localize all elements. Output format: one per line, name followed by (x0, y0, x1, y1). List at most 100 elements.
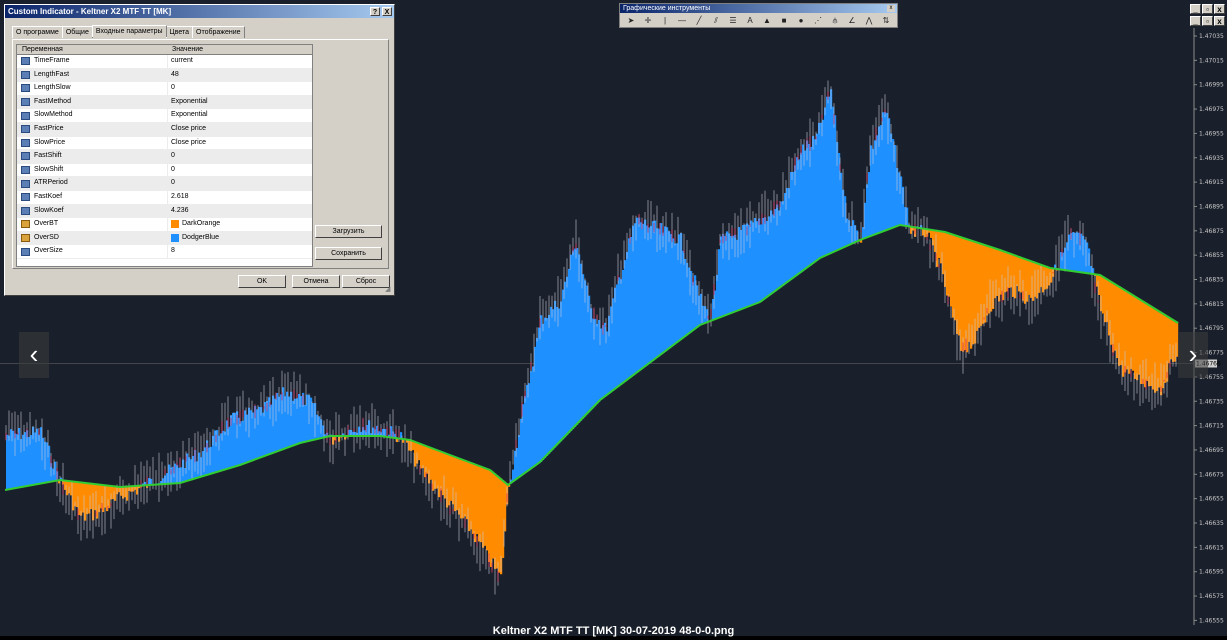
reset-button[interactable]: Сброс (342, 275, 390, 288)
close-icon[interactable]: x (887, 5, 895, 12)
close-icon[interactable]: X (382, 7, 392, 16)
param-value-cell[interactable]: 0 (167, 150, 312, 163)
table-row[interactable]: OverBTDarkOrange (17, 218, 312, 232)
next-image-button[interactable]: › (1178, 332, 1208, 378)
pitchfork-icon[interactable]: ⫛ (828, 14, 842, 27)
indicator-fill-bar (450, 455, 452, 501)
param-value-cell[interactable]: current (167, 55, 312, 68)
param-value-cell[interactable]: Exponential (167, 96, 312, 109)
ellipse-icon[interactable]: ● (794, 14, 808, 27)
indicator-fill-bar (668, 231, 670, 349)
indicator-fill-bar (478, 466, 480, 542)
price-label: 1.46955 (1199, 130, 1224, 137)
trendline-icon[interactable]: ╱ (692, 14, 706, 27)
param-value: 0 (171, 164, 175, 177)
param-value-cell[interactable]: Close price (167, 137, 312, 150)
table-row[interactable]: SlowKoef 4.236 (17, 205, 312, 219)
tab-common[interactable]: Общие (62, 26, 93, 38)
param-value-cell[interactable]: 48 (167, 69, 312, 82)
help-icon[interactable]: ? (370, 7, 380, 16)
tab-about[interactable]: О программе (12, 26, 63, 38)
param-value-cell[interactable]: 4.236 (167, 205, 312, 218)
gann-icon[interactable]: ∠ (845, 14, 859, 27)
indicator-fill-bar (566, 277, 568, 435)
rectangle-icon[interactable]: ■ (777, 14, 791, 27)
param-value-cell[interactable]: Close price (167, 123, 312, 136)
table-row[interactable]: OverSDDodgerBlue (17, 232, 312, 246)
table-row[interactable]: ATRPeriod0 (17, 177, 312, 191)
table-row[interactable]: FastKoef2.618 (17, 191, 312, 205)
ok-button[interactable]: OK (238, 275, 286, 288)
param-value: 48 (171, 69, 179, 82)
close-icon[interactable]: x (1214, 16, 1225, 26)
param-name-cell: FastPrice (17, 123, 167, 136)
table-row[interactable]: SlowPriceClose price (17, 137, 312, 151)
param-value-cell[interactable]: 0 (167, 177, 312, 190)
restore-icon[interactable]: ▫ (1202, 16, 1213, 26)
indicator-fill-bar (954, 235, 956, 320)
param-name: SlowKoef (34, 205, 64, 218)
param-value-cell[interactable]: 2.618 (167, 191, 312, 204)
vertical-line-icon[interactable]: | (658, 14, 672, 27)
indicator-fill-bar (590, 308, 592, 410)
param-value-cell[interactable]: 0 (167, 82, 312, 95)
table-row[interactable]: TimeFramecurrent (17, 55, 312, 69)
indicator-fill-bar (674, 243, 676, 344)
parameters-table[interactable]: Переменная Значение TimeFramecurrentLeng… (16, 44, 313, 267)
indicator-fill-bar (548, 315, 550, 454)
fib-fan-icon[interactable]: ⋀ (862, 14, 876, 27)
param-name: SlowMethod (34, 109, 73, 122)
restore-icon[interactable]: ▫ (1202, 4, 1213, 14)
dialog-titlebar[interactable]: Custom Indicator - Keltner X2 MTF TT [MK… (5, 5, 394, 18)
table-row[interactable]: FastMethodExponential (17, 96, 312, 110)
triangle-icon[interactable]: ⋰ (811, 14, 825, 27)
cancel-button[interactable]: Отмена (292, 275, 340, 288)
table-row[interactable]: SlowShift0 (17, 164, 312, 178)
indicator-fill-bar (662, 233, 664, 354)
label-icon[interactable]: ▲ (760, 14, 774, 27)
previous-image-button[interactable]: ‹ (19, 332, 49, 378)
indicator-fill-bar (1126, 291, 1128, 369)
tab-inputs[interactable]: Входные параметры (92, 25, 167, 37)
save-button[interactable]: Сохранить (315, 247, 382, 260)
indicator-fill-bar (558, 308, 560, 443)
param-value-cell[interactable]: Exponential (167, 109, 312, 122)
indicator-fill-bar (834, 115, 836, 251)
table-row[interactable]: LengthFast48 (17, 69, 312, 83)
indicator-fill-bar (778, 210, 780, 288)
param-value-cell[interactable]: 0 (167, 164, 312, 177)
cursor-icon[interactable]: ➤ (624, 14, 638, 27)
table-row[interactable]: FastShift0 (17, 150, 312, 164)
indicator-fill-bar (570, 255, 572, 431)
close-icon[interactable]: x (1214, 4, 1225, 14)
arrows-icon[interactable]: ⇅ (879, 14, 893, 27)
resize-grip-icon[interactable]: ◢ (385, 286, 393, 294)
param-value-cell[interactable]: DarkOrange (167, 218, 312, 231)
minimize-icon[interactable]: _ (1190, 16, 1201, 26)
indicator-fill-bar (638, 218, 640, 372)
table-row[interactable]: OverSize8 (17, 245, 312, 259)
indicator-fill-bar (952, 234, 954, 317)
indicator-fill-bar (1128, 292, 1130, 374)
load-button[interactable]: Загрузить (315, 225, 382, 238)
param-value-cell[interactable]: 8 (167, 245, 312, 258)
indicator-fill-bar (458, 458, 460, 515)
minimize-icon[interactable]: _ (1190, 4, 1201, 14)
fibonacci-icon[interactable]: ☰ (726, 14, 740, 27)
indicator-fill-bar (818, 123, 820, 259)
indicator-fill-bar (568, 269, 570, 433)
channel-icon[interactable]: ⫽ (709, 14, 723, 27)
indicator-fill-bar (574, 249, 576, 427)
table-row[interactable]: SlowMethod Exponential (17, 109, 312, 123)
crosshair-icon[interactable]: ✛ (641, 14, 655, 27)
param-value-cell[interactable]: DodgerBlue (167, 232, 312, 245)
indicator-fill-bar (720, 236, 722, 317)
horizontal-line-icon[interactable]: — (675, 14, 689, 27)
tab-colors[interactable]: Цвета (166, 26, 194, 38)
param-value: 2.618 (171, 191, 189, 204)
table-row[interactable]: LengthSlow0 (17, 82, 312, 96)
table-row[interactable]: FastPriceClose price (17, 123, 312, 137)
text-icon[interactable]: A (743, 14, 757, 27)
indicator-fill-bar (490, 470, 492, 567)
tab-visualization[interactable]: Отображение (192, 26, 245, 38)
